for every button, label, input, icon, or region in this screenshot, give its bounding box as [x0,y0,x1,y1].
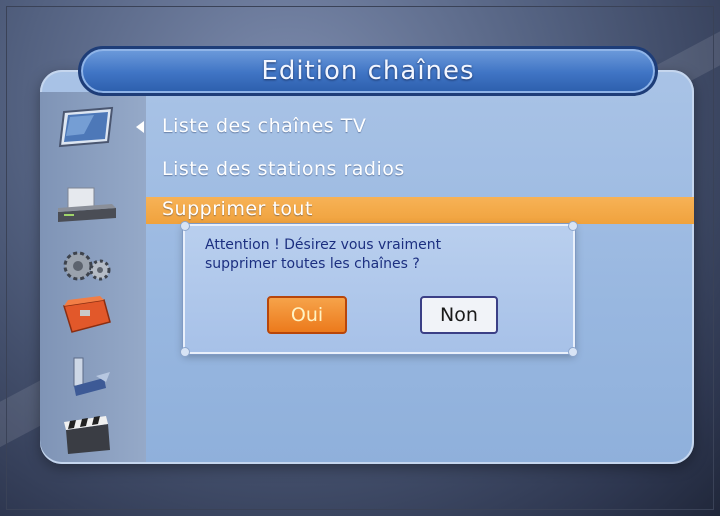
dialog-message-line1: Attention ! Désirez vous vraiment [205,237,442,253]
yes-button[interactable]: Oui [267,296,347,334]
menu-item-radio-stations[interactable]: Liste des stations radios [162,158,405,180]
tv-screen: Edition chaînes Liste des chaînes TV Lis… [0,0,720,516]
confirm-dialog: Attention ! Désirez vous vraiment suppri… [180,221,578,357]
gears-icon[interactable] [54,244,120,290]
page-title: Edition chaînes [261,56,475,86]
title-bar: Edition chaînes [78,46,658,96]
dialog-corner [180,221,190,231]
menu-item-tv-channels[interactable]: Liste des chaînes TV [162,115,366,137]
receiver-icon[interactable] [54,184,120,230]
dialog-message: Attention ! Désirez vous vraiment suppri… [205,236,565,274]
no-button[interactable]: Non [420,296,498,334]
menu-item-delete-all[interactable]: Supprimer tout [162,198,313,220]
toolbox-icon[interactable] [54,292,120,338]
dialog-corner [568,347,578,357]
tools-icon[interactable] [54,354,120,400]
dialog-corner [180,347,190,357]
clapperboard-icon[interactable] [54,412,120,458]
dialog-corner [568,221,578,231]
tv-icon[interactable] [54,104,120,150]
dialog-message-line2: supprimer toutes les chaînes ? [205,256,420,272]
menu-pointer-icon [136,121,144,133]
